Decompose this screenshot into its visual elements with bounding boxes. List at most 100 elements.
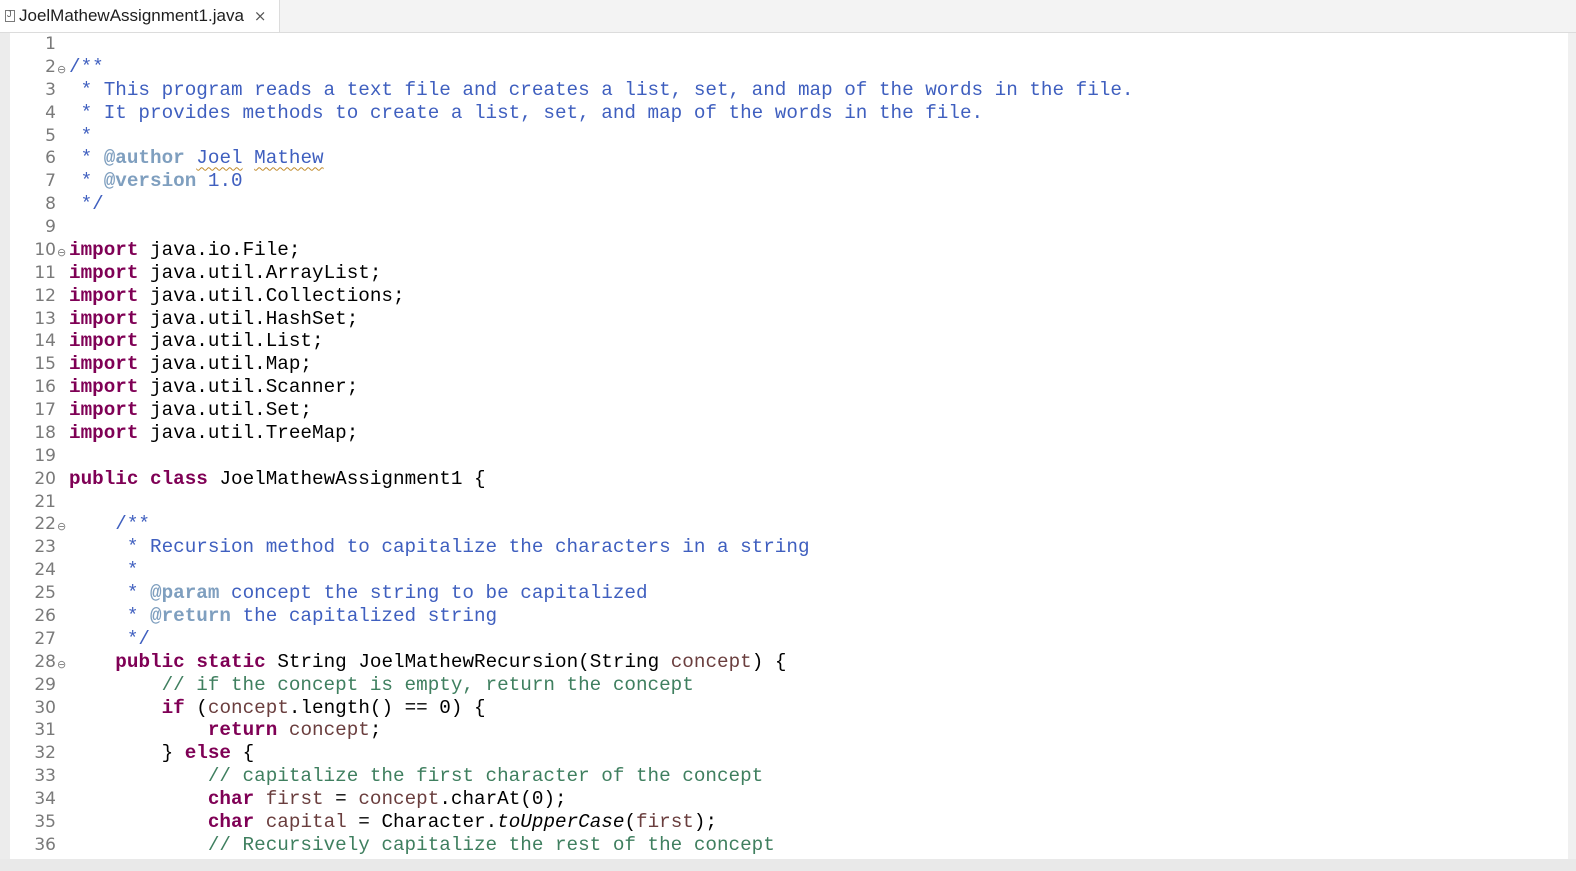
code-token: java.util.Map; [138,353,312,376]
tab-title: JoelMathewAssignment1.java [19,6,244,25]
tab-java-file[interactable]: JoelMathewAssignment1.java × [0,0,280,32]
code-token: concept [670,650,752,673]
fold-toggle-icon[interactable]: ⊖ [57,515,66,538]
code-line[interactable]: 9 [10,216,1550,239]
code-line[interactable]: 29 // if the concept is empty, return th… [10,674,1550,697]
code-text: */ [69,193,104,216]
line-number: 34 [34,789,56,810]
code-token: import [69,261,139,284]
code-line[interactable]: 10 ⊖ import java.io.File; [10,239,1550,262]
code-line[interactable]: 32 } else { [10,742,1550,765]
code-line[interactable]: 1 [10,33,1550,56]
code-token: @param [150,582,220,605]
code-line[interactable]: 20 public class JoelMathewAssignment1 { [10,468,1550,491]
code-text: // if the concept is empty, return the c… [69,674,694,697]
editor-tab-bar: JoelMathewAssignment1.java × [0,0,1576,33]
code-line[interactable]: 14 import java.util.List; [10,330,1550,353]
code-line[interactable]: 19 [10,445,1550,468]
code-line[interactable]: 18 import java.util.TreeMap; [10,422,1550,445]
code-line[interactable]: 24 * [10,559,1550,582]
code-token: concept the string to be capitalized [219,582,648,605]
code-text: import java.util.List; [69,330,324,353]
code-line[interactable]: 36 // Recursively capitalize the rest of… [10,834,1550,857]
code-line[interactable]: 26 * @return the capitalized string [10,605,1550,628]
code-line[interactable]: 4 * It provides methods to create a list… [10,102,1550,125]
code-token: import [69,399,139,422]
code-line[interactable]: 31 return concept; [10,719,1550,742]
fold-toggle-icon[interactable]: ⊖ [57,241,66,264]
fold-toggle-icon[interactable]: ⊖ [57,58,66,81]
code-text: public static String JoelMathewRecursion… [69,651,786,674]
line-number: 27 [34,628,56,649]
line-number: 20 [34,468,56,489]
line-number: 29 [34,674,56,695]
fold-toggle-icon[interactable]: ⊖ [57,653,66,676]
code-line[interactable]: 35 char capital = Character.toUpperCase(… [10,811,1550,834]
code-line[interactable]: 34 char first = concept.charAt(0); [10,788,1550,811]
code-token: ; [369,719,382,742]
code-line[interactable]: 5 * [10,125,1550,148]
code-token: java.util.Scanner; [138,376,359,399]
code-line[interactable]: 6 * @author Joel Mathew [10,147,1550,170]
code-line[interactable]: 16 import java.util.Scanner; [10,376,1550,399]
close-tab-icon[interactable]: × [254,7,267,25]
code-token: * Recursion method to capitalize the cha… [69,536,810,559]
line-number: 18 [34,422,56,443]
code-token: import [69,353,139,376]
code-line[interactable]: 22 ⊖ /** [10,513,1550,536]
code-token: public [115,650,185,673]
code-token: @author [103,147,185,170]
code-line[interactable]: 28 ⊖ public static String JoelMathewRecur… [10,651,1550,674]
line-number: 10 [34,239,56,260]
code-line[interactable]: 12 import java.util.Collections; [10,285,1550,308]
code-token: import [69,421,139,444]
code-line[interactable]: 13 import java.util.HashSet; [10,308,1550,331]
line-number: 36 [34,834,56,855]
line-number: 14 [34,331,56,352]
code-token: // Recursively capitalize the rest of th… [69,833,775,856]
code-line[interactable]: 17 import java.util.Set; [10,399,1550,422]
horizontal-scrollbar[interactable] [0,859,1576,871]
code-token: the capitalized string [231,605,498,627]
code-line[interactable]: 2 ⊖/** [10,56,1550,79]
code-text: * This program reads a text file and cre… [69,79,1134,102]
code-text: import java.util.Map; [69,353,312,376]
code-text: char capital = Character.toUpperCase(fir… [69,811,717,834]
code-token: * [69,559,139,582]
code-line[interactable]: 25 * @param concept the string to be cap… [10,582,1550,605]
code-text: // Recursively capitalize the rest of th… [69,834,775,857]
code-text: * [69,559,139,582]
code-line[interactable]: 15 import java.util.Map; [10,353,1550,376]
code-text: import java.util.Set; [69,399,312,422]
code-editor[interactable]: 1 2 ⊖/** 3 * This program reads a text file… [0,33,1568,859]
line-number: 8 [45,194,56,215]
code-token: ( [184,696,208,719]
line-number: 30 [34,697,56,718]
code-token: { [231,742,255,765]
code-token: import [69,307,139,330]
code-token: */ [69,627,150,650]
code-token: toUpperCase [497,810,625,833]
code-token: java.util.HashSet; [138,307,359,330]
line-number: 13 [34,308,56,329]
code-text: * It provides methods to create a list, … [69,102,984,125]
code-text: public class JoelMathewAssignment1 { [69,468,486,491]
code-token: // capitalize the first character of the… [69,765,764,788]
code-line[interactable]: 8 */ [10,193,1550,216]
code-line[interactable]: 11 import java.util.ArrayList; [10,262,1550,285]
code-line[interactable]: 30 if (concept.length() == 0) { [10,697,1550,720]
line-number: 24 [34,560,56,581]
code-token: java.io.File; [138,238,301,261]
code-text: // capitalize the first character of the… [69,765,763,788]
code-line[interactable]: 7 * @version 1.0 [10,170,1550,193]
code-token: char [207,788,255,811]
code-line[interactable]: 3 * This program reads a text file and c… [10,79,1550,102]
code-text: * Recursion method to capitalize the cha… [69,536,810,559]
code-line[interactable]: 27 */ [10,628,1550,651]
code-line[interactable]: 33 // capitalize the first character of … [10,765,1550,788]
code-line[interactable]: 21 [10,491,1550,514]
code-token: */ [69,193,104,216]
code-line[interactable]: 23 * Recursion method to capitalize the … [10,536,1550,559]
